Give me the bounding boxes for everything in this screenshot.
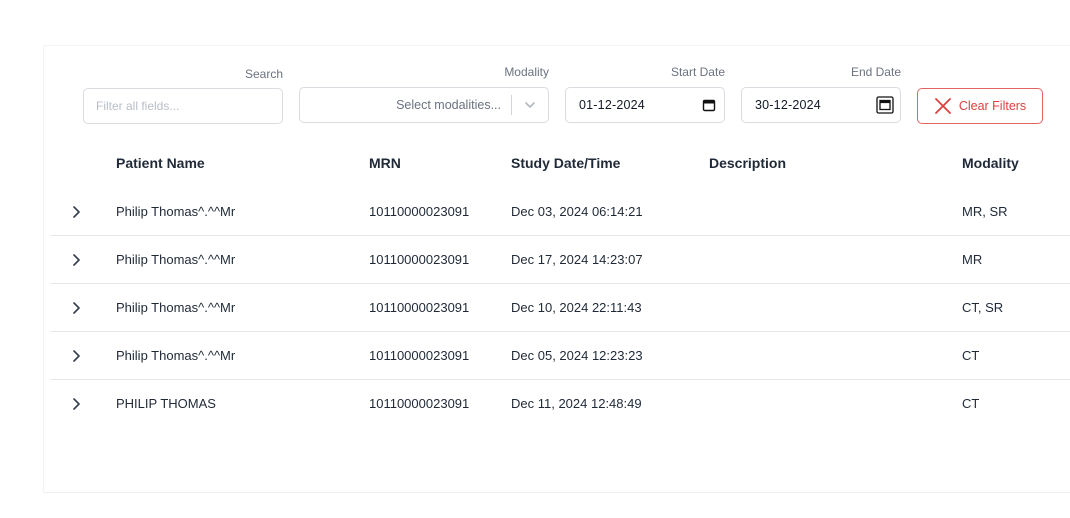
modality-cell: CT xyxy=(962,396,980,411)
modality-label: Modality xyxy=(504,65,549,79)
modality-cell: MR, SR xyxy=(962,204,1008,219)
modality-placeholder: Select modalities... xyxy=(396,98,501,112)
study-datetime-cell: Dec 05, 2024 12:23:23 xyxy=(511,348,643,363)
chevron-right-icon[interactable] xyxy=(66,344,86,368)
table-row[interactable]: Philip Thomas^.^^Mr 10110000023091 Dec 0… xyxy=(50,332,1070,380)
search-label: Search xyxy=(244,67,283,81)
chevron-right-icon[interactable] xyxy=(66,200,86,224)
start-date-value: 01-12-2024 xyxy=(579,98,645,112)
start-date-input[interactable]: 01-12-2024 xyxy=(565,87,725,123)
search-input[interactable] xyxy=(84,89,282,123)
mrn-cell: 10110000023091 xyxy=(369,396,470,411)
chevron-right-icon[interactable] xyxy=(66,392,86,416)
end-date-input[interactable]: 30-12-2024 xyxy=(741,87,901,123)
mrn-cell: 10110000023091 xyxy=(369,252,470,267)
calendar-icon[interactable] xyxy=(870,96,900,114)
column-header-modality[interactable]: Modality xyxy=(962,155,1019,171)
study-datetime-cell: Dec 17, 2024 14:23:07 xyxy=(511,252,643,267)
table-row[interactable]: Philip Thomas^.^^Mr 10110000023091 Dec 1… xyxy=(50,236,1070,284)
mrn-cell: 10110000023091 xyxy=(369,204,470,219)
patient-name-cell: Philip Thomas^.^^Mr xyxy=(116,300,236,315)
end-date-value: 30-12-2024 xyxy=(755,98,821,112)
chevron-right-icon[interactable] xyxy=(66,296,86,320)
end-date-label: End Date xyxy=(850,65,901,79)
patient-name-cell: Philip Thomas^.^^Mr xyxy=(116,348,236,363)
start-date-label: Start Date xyxy=(670,65,725,79)
calendar-icon[interactable] xyxy=(694,98,724,112)
study-datetime-cell: Dec 10, 2024 22:11:43 xyxy=(511,300,642,315)
modality-cell: MR xyxy=(962,252,983,267)
clear-filters-button[interactable]: Clear Filters xyxy=(917,88,1043,124)
modality-cell: CT, SR xyxy=(962,300,1004,315)
patient-name-cell: Philip Thomas^.^^Mr xyxy=(116,204,236,219)
column-header-patient-name[interactable]: Patient Name xyxy=(116,155,205,171)
patient-name-cell: Philip Thomas^.^^Mr xyxy=(116,252,236,267)
modality-cell: CT xyxy=(962,348,980,363)
column-header-study-datetime[interactable]: Study Date/Time xyxy=(511,155,620,171)
column-header-description[interactable]: Description xyxy=(709,155,786,171)
table-row[interactable]: PHILIP THOMAS 10110000023091 Dec 11, 202… xyxy=(50,380,1070,428)
mrn-cell: 10110000023091 xyxy=(369,348,470,363)
study-datetime-cell: Dec 03, 2024 06:14:21 xyxy=(511,204,643,219)
modality-select[interactable]: Select modalities... xyxy=(299,87,549,123)
clear-filters-label: Clear Filters xyxy=(958,99,1027,113)
mrn-cell: 10110000023091 xyxy=(369,300,470,315)
close-icon xyxy=(934,97,952,115)
chevron-right-icon[interactable] xyxy=(66,248,86,272)
chevron-down-icon[interactable] xyxy=(512,98,548,112)
patient-name-cell: PHILIP THOMAS xyxy=(116,396,216,411)
search-field xyxy=(83,88,283,124)
column-header-mrn[interactable]: MRN xyxy=(369,155,401,171)
study-datetime-cell: Dec 11, 2024 12:48:49 xyxy=(511,396,642,411)
table-row[interactable]: Philip Thomas^.^^Mr 10110000023091 Dec 0… xyxy=(50,188,1070,236)
table-row[interactable]: Philip Thomas^.^^Mr 10110000023091 Dec 1… xyxy=(50,284,1070,332)
